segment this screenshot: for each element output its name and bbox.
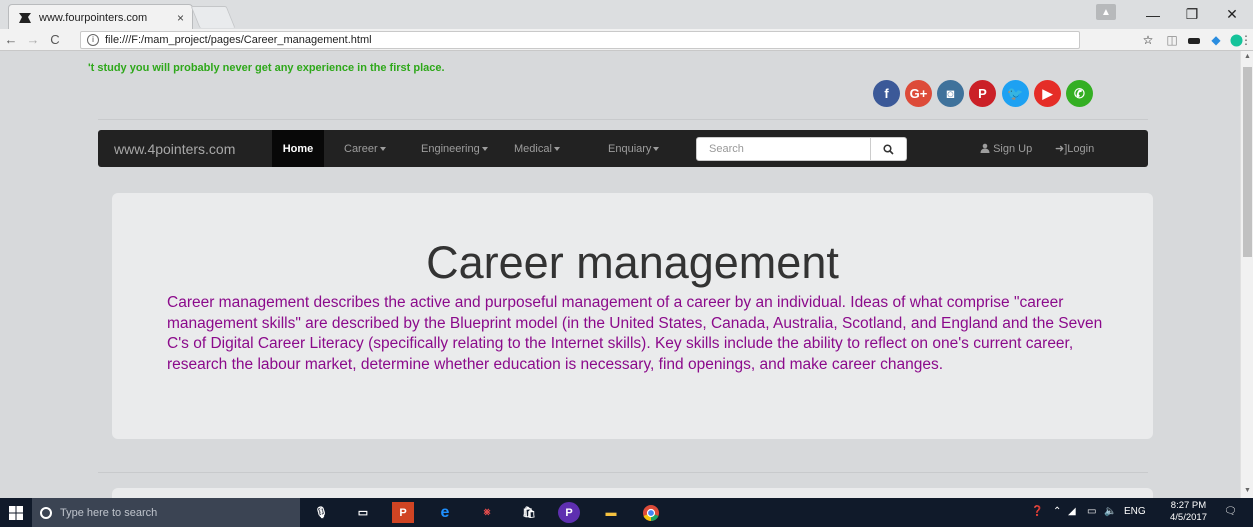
cortana-icon bbox=[40, 506, 52, 519]
browser-tab[interactable]: www.fourpointers.com × bbox=[8, 4, 193, 30]
start-button[interactable] bbox=[0, 498, 32, 527]
url-text: file:///F:/mam_project/pages/Career_mana… bbox=[105, 34, 372, 46]
windows-taskbar: Type here to search 🎙 ▭ P e ⨳ 🛍 P ▬ ❓ ⌃ … bbox=[0, 498, 1253, 527]
extension-icon[interactable]: ◆ bbox=[1206, 30, 1226, 50]
nav-home[interactable]: Home bbox=[272, 130, 324, 167]
search-button[interactable] bbox=[871, 137, 907, 161]
chrome-icon[interactable] bbox=[640, 502, 662, 523]
brand-link[interactable]: www.4pointers.com bbox=[114, 141, 235, 157]
chevron-down-icon bbox=[379, 146, 386, 151]
nav-enquiary[interactable]: Enquiary bbox=[608, 142, 660, 155]
notifications-icon[interactable]: 🗨 bbox=[1224, 506, 1237, 517]
page-viewport: 't study you will probably never get any… bbox=[0, 51, 1240, 498]
taskbar-search-placeholder: Type here to search bbox=[60, 506, 158, 519]
chevron-down-icon bbox=[553, 146, 560, 151]
nav-enquiary-label: Enquiary bbox=[608, 142, 652, 155]
next-panel bbox=[112, 488, 1153, 498]
menu-icon[interactable]: ⋮ bbox=[1240, 30, 1252, 50]
minimize-button[interactable]: — bbox=[1133, 0, 1173, 29]
nav-medical-label: Medical bbox=[514, 142, 552, 155]
nav-career[interactable]: Career bbox=[344, 143, 386, 155]
profile-icon[interactable]: ▲ bbox=[1096, 4, 1116, 20]
scroll-down-icon[interactable]: ▼ bbox=[1244, 487, 1251, 494]
article-body: Career management describes the active a… bbox=[167, 294, 1103, 373]
nav-engineering-label: Engineering bbox=[421, 142, 480, 155]
site-favicon-icon bbox=[17, 11, 33, 25]
site-navbar: www.4pointers.com Home Career Engineerin… bbox=[98, 130, 1148, 167]
whatsapp-icon[interactable]: ✆ bbox=[1066, 80, 1093, 107]
divider bbox=[98, 119, 1148, 120]
powerpoint-icon[interactable]: P bbox=[392, 502, 414, 523]
network-icon[interactable]: ◢ bbox=[1068, 506, 1076, 517]
page-scrollbar[interactable]: ▲ ▼ bbox=[1240, 51, 1253, 498]
file-explorer-icon[interactable]: ▬ bbox=[600, 502, 622, 523]
language-indicator[interactable]: ENG bbox=[1124, 506, 1146, 517]
app-p-icon[interactable]: P bbox=[558, 502, 580, 523]
tab-close-icon[interactable]: × bbox=[177, 11, 184, 25]
taskbar-clock[interactable]: 8:27 PM 4/5/2017 bbox=[1170, 500, 1207, 524]
google-plus-icon[interactable]: G+ bbox=[905, 80, 932, 107]
pinterest-icon[interactable]: P bbox=[969, 80, 996, 107]
login-label: Login bbox=[1067, 143, 1095, 155]
maximize-button[interactable]: ❐ bbox=[1172, 0, 1212, 29]
address-bar[interactable]: i file:///F:/mam_project/pages/Career_ma… bbox=[80, 31, 1080, 49]
sign-up-label: Sign Up bbox=[993, 142, 1033, 155]
help-icon[interactable]: ❓ bbox=[1031, 506, 1043, 517]
task-view-icon[interactable]: ▭ bbox=[352, 502, 374, 523]
nav-engineering[interactable]: Engineering bbox=[421, 143, 488, 155]
twitter-icon[interactable]: 🐦 bbox=[1002, 80, 1029, 107]
cast-icon[interactable]: ◫ bbox=[1162, 30, 1182, 50]
info-icon[interactable]: i bbox=[87, 34, 99, 46]
taskbar-search[interactable]: Type here to search bbox=[32, 498, 300, 527]
close-window-button[interactable]: ✕ bbox=[1212, 0, 1252, 29]
page-title: Career management bbox=[426, 237, 839, 288]
search-input[interactable]: Search bbox=[696, 137, 871, 161]
edge-icon[interactable]: e bbox=[434, 502, 456, 523]
reload-icon[interactable]: C bbox=[44, 32, 66, 47]
incognito-extension-icon[interactable] bbox=[1184, 30, 1204, 50]
scrollbar-thumb[interactable] bbox=[1243, 67, 1252, 257]
windows-logo-icon bbox=[9, 505, 23, 520]
volume-icon[interactable]: 🔈 bbox=[1104, 506, 1116, 517]
login-link[interactable]: ➜]Login bbox=[1055, 142, 1094, 155]
nav-career-label: Career bbox=[344, 142, 378, 155]
bookmark-star-icon[interactable]: ☆ bbox=[1138, 30, 1158, 50]
browser-tab-bar: www.fourpointers.com × ▲ — ❐ ✕ bbox=[0, 0, 1253, 30]
new-tab-button[interactable] bbox=[190, 6, 236, 28]
divider bbox=[98, 472, 1148, 473]
nav-medical[interactable]: Medical bbox=[514, 143, 560, 155]
back-icon[interactable]: ← bbox=[0, 32, 22, 47]
chevron-down-icon bbox=[481, 146, 488, 151]
clock-date: 4/5/2017 bbox=[1170, 512, 1207, 523]
sign-up-link[interactable]: Sign Up bbox=[980, 143, 1032, 155]
store-icon[interactable]: 🛍 bbox=[518, 502, 540, 523]
article-panel: Career management Career management desc… bbox=[112, 193, 1153, 439]
chevron-down-icon bbox=[653, 146, 660, 151]
facebook-icon[interactable]: f bbox=[873, 80, 900, 107]
search-icon bbox=[883, 143, 894, 155]
browser-toolbar: ← → C i file:///F:/mam_project/pages/Car… bbox=[0, 29, 1253, 51]
instagram-icon[interactable]: ◙ bbox=[937, 80, 964, 107]
youtube-icon[interactable]: ▶ bbox=[1034, 80, 1061, 107]
user-icon bbox=[980, 143, 990, 153]
clock-time: 8:27 PM bbox=[1170, 500, 1207, 511]
tab-title: www.fourpointers.com bbox=[39, 11, 148, 24]
scroll-up-icon[interactable]: ▲ bbox=[1244, 53, 1251, 60]
battery-icon[interactable]: ▭ bbox=[1087, 506, 1096, 517]
acrobat-icon[interactable]: ⨳ bbox=[476, 502, 498, 523]
scrolling-quote: 't study you will probably never get any… bbox=[88, 62, 445, 74]
login-icon: ➜] bbox=[1055, 143, 1068, 155]
microphone-icon[interactable]: 🎙 bbox=[310, 502, 332, 523]
forward-icon[interactable]: → bbox=[22, 32, 44, 47]
tray-expand-icon[interactable]: ⌃ bbox=[1053, 506, 1061, 517]
